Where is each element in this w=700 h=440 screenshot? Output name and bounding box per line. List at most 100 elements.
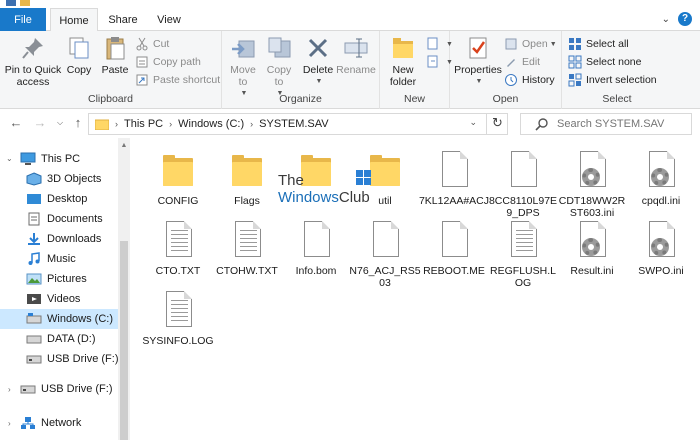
nav-label: Network <box>41 417 82 429</box>
edit-button[interactable]: Edit <box>504 54 540 70</box>
edit-icon <box>504 55 518 69</box>
open-button[interactable]: Open ▼ <box>504 36 557 52</box>
move-to-button[interactable]: Move to ▼ <box>226 35 260 100</box>
nav-item-windows-c[interactable]: Windows (C:) <box>0 309 118 329</box>
nav-item-3d-objects[interactable]: 3D Objects <box>0 169 118 189</box>
select-group-label: Select <box>602 93 632 105</box>
ribbon-collapse-chevron-icon[interactable]: ⌄ <box>662 14 670 25</box>
select-all-button[interactable]: Select all <box>568 36 629 52</box>
new-folder-button[interactable]: New folder <box>384 35 422 88</box>
nav-item-this-pc[interactable]: This PC <box>0 149 118 169</box>
address-bar[interactable]: › This PC › Windows (C:) › SYSTEM.SAV ⌄ <box>88 113 508 135</box>
downloads-icon <box>26 232 42 246</box>
file-item-cpqdl-ini[interactable]: cpqdl.ini <box>624 150 698 207</box>
quick-access-folder-icon[interactable] <box>20 0 30 6</box>
refresh-icon[interactable]: ↻ <box>486 113 508 135</box>
copy-to-icon <box>266 35 292 61</box>
folder-icon <box>229 150 265 192</box>
paste-icon <box>102 35 128 61</box>
breadcrumb-system-sav[interactable]: SYSTEM.SAV <box>255 118 332 130</box>
file-item-regflush-log[interactable]: REGFLUSH.LOG <box>486 220 560 289</box>
pin-icon <box>20 35 46 61</box>
back-arrow-icon[interactable]: ← <box>8 115 24 131</box>
file-item-sysinfo-log[interactable]: SYSINFO.LOG <box>141 290 215 347</box>
cut-label: Cut <box>153 38 170 50</box>
nav-item-downloads[interactable]: Downloads <box>0 229 118 249</box>
breadcrumb-this-pc[interactable]: This PC <box>120 118 167 130</box>
tab-view[interactable]: View <box>148 8 190 31</box>
nav-item-usb-drive-f[interactable]: USB Drive (F:) <box>0 349 119 369</box>
copy-button[interactable]: Copy <box>64 35 94 76</box>
rename-button[interactable]: Rename <box>336 35 376 76</box>
folder-item-flags[interactable]: Flags <box>210 150 284 207</box>
recent-locations-chevron-icon[interactable]: ⌵ <box>52 115 68 131</box>
paste-shortcut-icon <box>135 73 149 87</box>
file-item-result-ini[interactable]: Result.ini <box>555 220 629 277</box>
file-item-8cc8110l97e9-dps[interactable]: 8CC8110L97E9_DPS <box>486 150 560 219</box>
nav-item-desktop[interactable]: Desktop <box>0 189 118 209</box>
select-none-label: Select none <box>586 56 642 68</box>
tab-home[interactable]: Home <box>50 8 98 32</box>
tab-file[interactable]: File <box>0 8 46 31</box>
group-new: New folder ▼ ▼ New <box>380 31 453 109</box>
paste-shortcut-button[interactable]: Paste shortcut <box>135 72 220 88</box>
nav-item-documents[interactable]: Documents <box>0 209 118 229</box>
history-button[interactable]: History <box>504 72 555 88</box>
file-name: Result.ini <box>570 265 614 277</box>
copy-path-button[interactable]: Copy path <box>135 54 201 70</box>
nav-item-pictures[interactable]: Pictures <box>0 269 118 289</box>
navigation-pane-scrollbar[interactable]: ▲ <box>118 138 130 440</box>
nav-item-videos[interactable]: Videos <box>0 289 118 309</box>
watermark-windows: Windows <box>278 189 339 206</box>
help-icon[interactable]: ? <box>678 12 692 26</box>
new-item-button[interactable]: ▼ <box>426 36 453 52</box>
nav-item-usb-drive-f-root[interactable]: USB Drive (F:) <box>0 379 118 399</box>
file-icon <box>367 220 403 262</box>
copy-to-label: Copy to <box>266 64 292 88</box>
up-arrow-icon[interactable]: ↑ <box>70 115 86 131</box>
config-file-icon <box>643 220 679 262</box>
nav-item-music[interactable]: Music <box>0 249 118 269</box>
tab-share[interactable]: Share <box>100 8 146 31</box>
nav-label: 3D Objects <box>47 173 102 185</box>
pin-to-quick-access-button[interactable]: Pin to Quick access <box>4 35 62 88</box>
invert-selection-icon <box>568 73 582 87</box>
copy-path-label: Copy path <box>153 56 201 68</box>
scissors-icon <box>135 37 149 51</box>
breadcrumb-windows-c[interactable]: Windows (C:) <box>174 118 248 130</box>
file-name: N76_ACJ_RS503 <box>349 265 421 289</box>
file-item-7kl12aa-acj[interactable]: 7KL12AA#ACJ <box>417 150 491 207</box>
watermark-club: Club <box>338 189 370 206</box>
select-none-button[interactable]: Select none <box>568 54 641 70</box>
file-item-cto-txt[interactable]: CTO.TXT <box>141 220 215 277</box>
cut-button[interactable]: Cut <box>135 36 169 52</box>
forward-arrow-icon[interactable]: → <box>32 115 48 131</box>
file-item-swpo-ini[interactable]: SWPO.ini <box>624 220 698 277</box>
file-name: cpqdl.ini <box>641 195 681 207</box>
scrollbar-thumb[interactable] <box>120 241 128 440</box>
folder-item-config[interactable]: CONFIG <box>141 150 215 207</box>
file-item-reboot-me[interactable]: REBOOT.ME <box>417 220 491 277</box>
nav-label: USB Drive (F:) <box>41 383 113 395</box>
address-dropdown-chevron-icon[interactable]: ⌄ <box>469 117 477 128</box>
file-icon <box>436 150 472 192</box>
invert-selection-button[interactable]: Invert selection <box>568 72 657 88</box>
file-item-info-bom[interactable]: Info.bom <box>279 220 353 277</box>
delete-button[interactable]: Delete ▼ <box>302 35 334 88</box>
usb-drive-icon <box>20 382 36 396</box>
nav-label: Documents <box>47 213 103 225</box>
search-input[interactable] <box>557 118 687 130</box>
properties-button[interactable]: Properties ▼ <box>454 35 502 88</box>
file-item-cdt18ww2rst603-ini[interactable]: CDT18WW2RST603.ini <box>555 150 629 219</box>
search-box[interactable] <box>520 113 692 135</box>
new-item-icon <box>426 37 440 51</box>
nav-item-data-d[interactable]: DATA (D:) <box>0 329 118 349</box>
new-folder-icon <box>390 35 416 61</box>
easy-access-button[interactable]: ▼ <box>426 54 453 70</box>
file-item-n76-acj-rs503[interactable]: N76_ACJ_RS503 <box>348 220 422 289</box>
scroll-up-arrow-icon[interactable]: ▲ <box>118 142 130 149</box>
nav-item-network[interactable]: Network <box>0 413 118 433</box>
copy-to-button[interactable]: Copy to ▼ <box>262 35 296 100</box>
paste-button[interactable]: Paste <box>98 35 132 76</box>
file-item-ctohw-txt[interactable]: CTOHW.TXT <box>210 220 284 277</box>
